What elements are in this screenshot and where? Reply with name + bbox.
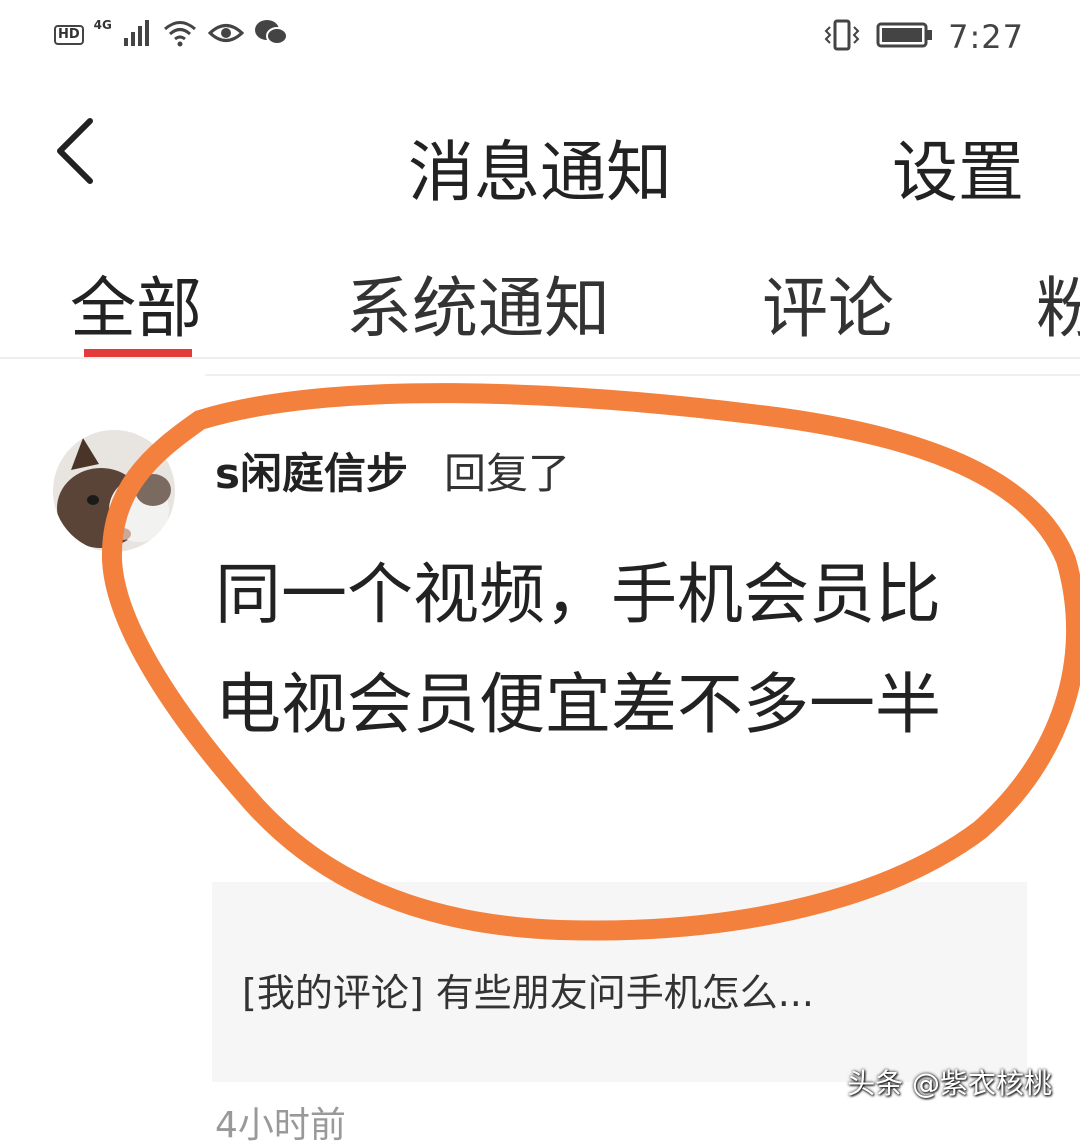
active-tab-indicator [84, 349, 192, 357]
list-divider [205, 374, 1080, 376]
hd-badge: HD [54, 25, 84, 45]
vibrate-icon [822, 18, 862, 56]
status-right: 7:27 [822, 18, 1024, 56]
settings-button[interactable]: 设置 [892, 119, 1024, 215]
tab-fans[interactable]: 粉 [1036, 255, 1080, 351]
quoted-comment-text: [我的评论] 有些朋友问手机怎么... [242, 971, 814, 1015]
status-left: HD 4G [54, 18, 288, 52]
clock: 7:27 [948, 18, 1024, 56]
tabs-divider [0, 357, 1080, 359]
battery-icon [876, 20, 934, 54]
reply-username[interactable]: s闲庭信步 [215, 440, 408, 501]
wifi-icon [162, 18, 198, 52]
tab-bar: 全部 系统通知 评论 粉 [0, 245, 1080, 360]
status-bar: HD 4G 7:27 [0, 0, 1080, 80]
tab-system-notifications[interactable]: 系统通知 [346, 255, 610, 351]
avatar[interactable] [53, 430, 175, 552]
watermark: 头条 @紫衣核桃 [847, 1067, 1052, 1100]
signal-icon [122, 18, 152, 52]
network-label: 4G [93, 18, 112, 32]
eye-icon [207, 18, 245, 52]
wechat-icon [254, 18, 288, 52]
tab-comments[interactable]: 评论 [762, 255, 894, 351]
top-bar: 消息通知 设置 [0, 95, 1080, 215]
timestamp: 4小时前 [215, 1105, 346, 1146]
quoted-comment-box[interactable]: [我的评论] 有些朋友问手机怎么... [212, 882, 1027, 1082]
reply-content[interactable]: 同一个视频，手机会员比电视会员便宜差不多一半 [215, 540, 995, 760]
reply-action: 回复了 [444, 449, 571, 498]
cat-avatar-image [53, 430, 175, 552]
tab-all[interactable]: 全部 [70, 255, 202, 351]
